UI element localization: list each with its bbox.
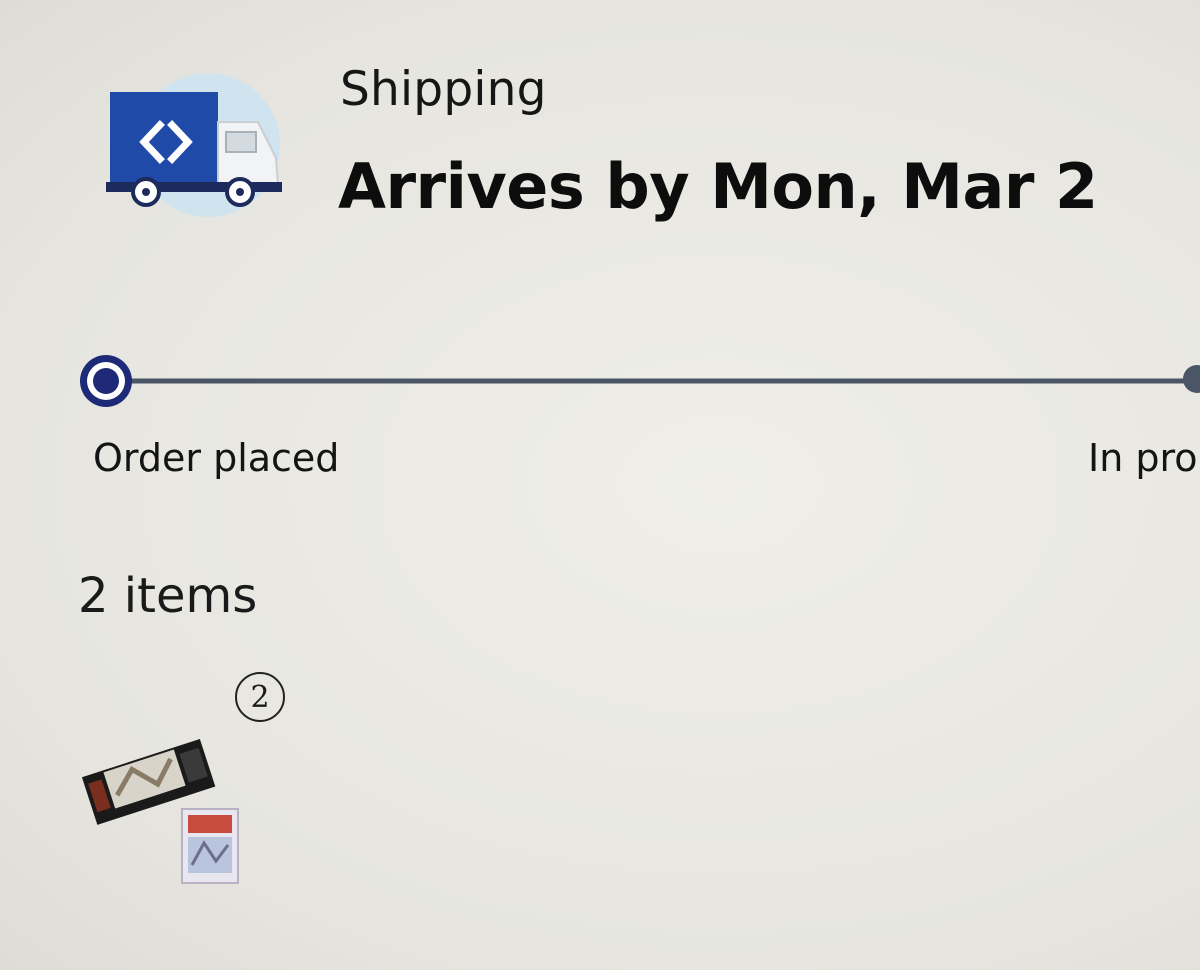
step-label-order-placed: Order placed: [93, 436, 340, 480]
product-image[interactable]: [78, 725, 258, 895]
arrival-date-heading: Arrives by Mon, Mar 2: [338, 150, 1098, 223]
quantity-badge: 2: [235, 672, 285, 722]
step-label-in-progress: In pro: [1088, 436, 1198, 480]
items-count-heading: 2 items: [78, 568, 258, 624]
order-status-page: Shipping Arrives by Mon, Mar 2 Order pla…: [0, 0, 1200, 970]
step-marker-in-progress: [1183, 365, 1200, 393]
order-progress-tracker: [0, 340, 1200, 430]
step-marker-order-placed: [80, 355, 132, 407]
shipping-method-label: Shipping: [340, 62, 547, 117]
delivery-truck-icon: [100, 70, 290, 220]
